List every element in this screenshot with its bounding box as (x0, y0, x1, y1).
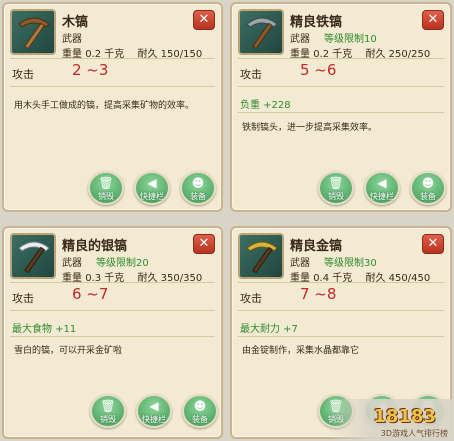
divider (238, 310, 444, 311)
close-button[interactable]: ✕ (193, 10, 215, 30)
divider (10, 86, 215, 87)
quickbar-label: 快捷栏 (370, 192, 394, 201)
divider (10, 58, 215, 59)
level-requirement: 等级限制10 (324, 34, 377, 45)
attack-label: 攻击 (12, 68, 34, 81)
arrow-icon: ◀ (377, 176, 387, 190)
attack-label: 攻击 (240, 292, 262, 305)
equip-label: 装备 (192, 415, 208, 424)
divider (10, 336, 215, 337)
divider (238, 112, 444, 113)
arrow-icon: ◀ (147, 176, 157, 190)
equip-button[interactable]: ☻ 装备 (182, 394, 218, 428)
item-card-wooden-pickaxe: 木镐 武器 重量 0.2 千克 耐久 150/150 ✕ 攻击 2 ~3 用木头… (2, 2, 223, 212)
item-name: 木镐 (62, 15, 89, 30)
bonus-stat: 最大食物 +11 (12, 324, 77, 335)
trash-icon: 🗑 (100, 399, 116, 413)
watermark-subtitle: 3D游戏人气排行榜 (380, 429, 448, 438)
person-icon: ☻ (191, 176, 205, 190)
close-button[interactable]: ✕ (193, 234, 215, 254)
discard-label: 销毁 (100, 415, 116, 424)
watermark-logo: 18183 (373, 406, 436, 427)
item-name: 精良铁镐 (290, 15, 343, 30)
arrow-icon: ◀ (149, 399, 159, 413)
level-requirement: 等级限制20 (96, 258, 149, 269)
divider (238, 282, 444, 283)
item-name: 精良金镐 (290, 239, 343, 254)
attack-value: 6 ~7 (72, 285, 109, 303)
divider (10, 282, 215, 283)
item-description: 雪白的镐，可以开采金矿啦 (14, 346, 123, 356)
divider (10, 310, 215, 311)
attack-value: 5 ~6 (300, 61, 337, 79)
item-type: 武器 (62, 34, 82, 45)
item-type: 武器 (62, 258, 82, 269)
item-name: 精良的银镐 (62, 239, 128, 254)
item-type: 武器 (290, 258, 310, 269)
person-icon: ☻ (421, 176, 435, 190)
attack-label: 攻击 (240, 68, 262, 81)
site-watermark: 18183 3D游戏人气排行榜 (326, 399, 454, 441)
trash-icon: 🗑 (98, 176, 114, 190)
discard-label: 销毁 (328, 192, 344, 201)
equip-label: 装备 (190, 192, 206, 201)
item-card-silver-pickaxe: 精良的银镐 武器 等级限制20 重量 0.3 千克 耐久 350/350 ✕ 攻… (2, 226, 223, 439)
equip-button[interactable]: ☻ 装备 (410, 171, 446, 205)
bonus-stat: 负重 +228 (240, 100, 291, 111)
item-type: 武器 (290, 34, 310, 45)
item-description: 用木头手工做成的镐，提高采集矿物的效率。 (14, 101, 195, 111)
discard-button[interactable]: 🗑 销毁 (88, 171, 124, 205)
level-requirement: 等级限制30 (324, 258, 377, 269)
quickbar-button[interactable]: ◀ 快捷栏 (136, 394, 172, 428)
item-card-iron-pickaxe: 精良铁镐 武器 等级限制10 重量 0.2 千克 耐久 250/250 ✕ 攻击… (230, 2, 452, 212)
wooden-pickaxe-icon (10, 9, 56, 55)
quickbar-label: 快捷栏 (142, 415, 166, 424)
attack-value: 2 ~3 (72, 61, 109, 79)
iron-pickaxe-icon (238, 9, 284, 55)
close-button[interactable]: ✕ (422, 234, 444, 254)
item-description: 铁制镐头，进一步提高采集效率。 (242, 123, 378, 133)
divider (238, 58, 444, 59)
discard-button[interactable]: 🗑 销毁 (90, 394, 126, 428)
silver-pickaxe-icon (10, 233, 56, 279)
close-button[interactable]: ✕ (422, 10, 444, 30)
bonus-stat: 最大耐力 +7 (240, 324, 298, 335)
discard-label: 销毁 (98, 192, 114, 201)
item-description: 由金锭制作，采集水晶都靠它 (242, 346, 360, 356)
equip-label: 装备 (420, 192, 436, 201)
person-icon: ☻ (193, 399, 207, 413)
quickbar-label: 快捷栏 (140, 192, 164, 201)
divider (238, 86, 444, 87)
trash-icon: 🗑 (328, 176, 344, 190)
attack-value: 7 ~8 (300, 285, 337, 303)
attack-label: 攻击 (12, 292, 34, 305)
gold-pickaxe-icon (238, 233, 284, 279)
quickbar-button[interactable]: ◀ 快捷栏 (134, 171, 170, 205)
quickbar-button[interactable]: ◀ 快捷栏 (364, 171, 400, 205)
equip-button[interactable]: ☻ 装备 (180, 171, 216, 205)
divider (238, 336, 444, 337)
discard-button[interactable]: 🗑 销毁 (318, 171, 354, 205)
